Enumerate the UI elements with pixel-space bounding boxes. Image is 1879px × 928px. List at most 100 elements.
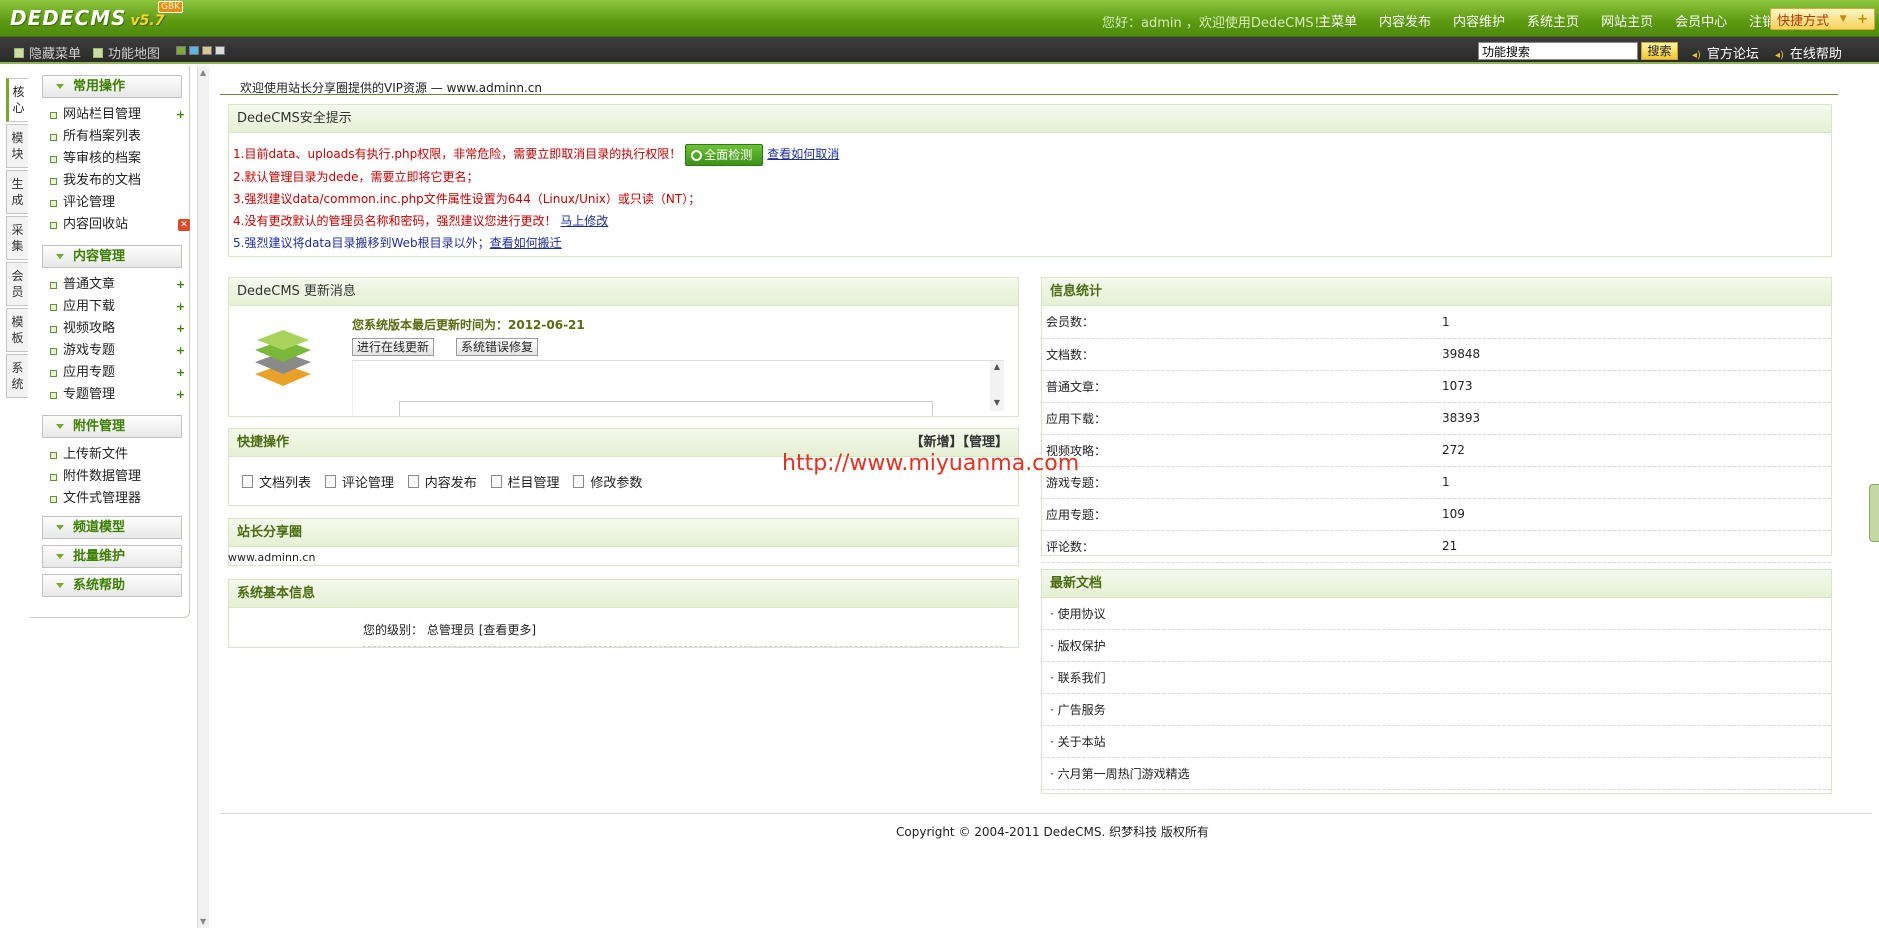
nav-site-home[interactable]: 网站主页 (1601, 11, 1653, 30)
panel-title: 系统基本信息 (229, 580, 1018, 608)
menu-item[interactable]: 应用下载 + (48, 296, 189, 318)
menu-group-header[interactable]: 常用操作 (42, 75, 182, 98)
module-tab[interactable]: 模板 (6, 308, 28, 352)
nav-system-home[interactable]: 系统主页 (1527, 11, 1579, 30)
hide-menu-button[interactable]: 隐藏菜单 (14, 43, 81, 62)
menu-group-items: 网站栏目管理 + 所有档案列表 等审核的档案 我发布的文档 评论管理 内容回收站 ✕ (48, 104, 190, 236)
scroll-up-icon[interactable]: ▲ (200, 68, 206, 77)
quick-op-categories[interactable]: 栏目管理 (490, 472, 560, 491)
stat-label: 应用下载： (1042, 402, 1438, 435)
top-bar: DEDECMS v5.7 GBK 您好：admin ，欢迎使用DedeCMS！ … (0, 0, 1879, 37)
change-now-link[interactable]: 马上修改 (560, 214, 608, 228)
nav-content-publish[interactable]: 内容发布 (1379, 11, 1431, 30)
menu-item[interactable]: 等审核的档案 (48, 148, 189, 170)
menu-group-header[interactable]: 批量维护 (42, 545, 182, 568)
menu-group-header[interactable]: 系统帮助 (42, 574, 182, 597)
skin-swatch[interactable] (215, 46, 225, 55)
latest-doc-link[interactable]: · 六月第一周热门游戏精选 (1042, 758, 1831, 790)
divider (220, 813, 1872, 814)
official-forum-link[interactable]: ◂) 官方论坛 (1692, 43, 1759, 62)
frame-scrollbar[interactable]: ▲ ▼ (197, 66, 209, 928)
nav-content-maintain[interactable]: 内容维护 (1453, 11, 1505, 30)
security-panel: DedeCMS安全提示 1.目前data、uploads有执行.php权限，非常… (228, 104, 1832, 257)
skin-swatch[interactable] (202, 46, 212, 55)
menu-item[interactable]: 附件数据管理 (48, 466, 189, 488)
module-tab[interactable]: 生成 (6, 170, 28, 214)
quick-op-doc-list[interactable]: 文档列表 (242, 472, 311, 491)
bug-fix-button[interactable]: 系统错误修复 (456, 338, 539, 356)
module-tab[interactable]: 核心 (6, 78, 28, 122)
quick-op-comments[interactable]: 评论管理 (324, 472, 394, 491)
menu-group-header[interactable]: 附件管理 (42, 415, 182, 438)
document-icon (242, 475, 253, 488)
menu-item[interactable]: 评论管理 (48, 192, 189, 214)
scroll-down-icon[interactable]: ▼ (200, 917, 206, 926)
add-icon[interactable]: + (176, 301, 186, 312)
add-icon[interactable]: + (176, 279, 186, 290)
menu-item[interactable]: 上传新文件 (48, 444, 189, 466)
feature-search-input[interactable] (1478, 42, 1638, 60)
nav-member-center[interactable]: 会员中心 (1675, 11, 1727, 30)
system-info-panel: 系统基本信息 您的级别： 总管理员 [查看更多] (228, 579, 1019, 648)
menu-group-header[interactable]: 频道模型 (42, 516, 182, 539)
menu-item[interactable]: 所有档案列表 (48, 126, 189, 148)
menu-item[interactable]: 网站栏目管理 + (48, 104, 189, 126)
menu-group-header[interactable]: 内容管理 (42, 245, 182, 268)
recycle-icon[interactable]: ✕ (178, 219, 190, 231)
latest-doc-link[interactable]: · 联系我们 (1042, 662, 1831, 694)
latest-doc-link[interactable]: · 广告服务 (1042, 694, 1831, 726)
menu-item[interactable]: 普通文章 + (48, 274, 189, 296)
menu-item[interactable]: 视频攻略 + (48, 318, 189, 340)
quick-op-publish[interactable]: 内容发布 (407, 472, 477, 491)
menu-item[interactable]: 内容回收站 ✕ (48, 214, 190, 236)
full-check-button[interactable]: 全面检测 (685, 143, 764, 166)
menu-item[interactable]: 我发布的文档 (48, 170, 189, 192)
skin-swatch[interactable] (176, 46, 186, 55)
panel-title: 快捷操作 (237, 435, 290, 450)
module-tab[interactable]: 模块 (6, 124, 28, 168)
online-help-link[interactable]: ◂) 在线帮助 (1775, 43, 1842, 62)
view-more-link[interactable]: [查看更多] (479, 623, 536, 637)
menu-item[interactable]: 专题管理 + (48, 384, 189, 406)
skin-swatch[interactable] (189, 46, 199, 55)
latest-doc-link[interactable]: · 关于本站 (1042, 726, 1831, 758)
feature-map-button[interactable]: 功能地图 (93, 43, 160, 62)
add-icon[interactable]: + (176, 323, 186, 334)
quick-op-settings[interactable]: 修改参数 (573, 472, 642, 491)
module-tab[interactable]: 会员 (6, 262, 28, 306)
side-panel-handle[interactable] (1869, 484, 1879, 542)
add-icon[interactable]: + (176, 109, 186, 120)
module-tab[interactable]: 系统 (6, 354, 28, 398)
stats-panel: 信息统计 会员数： 1 文档数： 39848 普通文章： 1073 应用下载： 38393 视频… (1041, 277, 1832, 563)
top-nav: 主菜单 内容发布 内容维护 系统主页 网站主页 会员中心 注销 (1318, 11, 1797, 30)
online-update-button[interactable]: 进行在线更新 (352, 338, 435, 356)
share-text: www.adminn.cn (228, 551, 316, 564)
stat-value: 109 (1438, 498, 1831, 531)
footer: Copyright © 2004-2011 DedeCMS. 织梦科技 版权所有 (896, 825, 1209, 839)
watermark-text: http://www.miyuanma.com (782, 451, 1080, 476)
stat-label: 游戏专题： (1042, 466, 1438, 499)
stat-label: 普通文章： (1042, 370, 1438, 403)
panel-title: DedeCMS 更新消息 (229, 278, 1018, 306)
nav-main-menu[interactable]: 主菜单 (1318, 11, 1357, 30)
latest-doc-link[interactable]: · 版权保护 (1042, 630, 1831, 662)
stats-row: 应用专题： 109 (1042, 498, 1831, 531)
menu-item[interactable]: 游戏专题 + (48, 340, 189, 362)
message-scrollbar[interactable]: ▲ ▼ (990, 361, 1004, 411)
plus-icon: + (1857, 11, 1868, 27)
how-to-cancel-link[interactable]: 查看如何取消 (767, 147, 839, 161)
stat-value: 39848 (1438, 338, 1831, 371)
menu-group-items: 上传新文件 附件数据管理 文件式管理器 (48, 444, 189, 510)
search-button[interactable]: 搜索 (1641, 42, 1678, 60)
add-icon[interactable]: + (176, 345, 186, 356)
quick-access-dropdown[interactable]: 快捷方式 ▼ + (1770, 8, 1875, 30)
add-icon[interactable]: + (176, 389, 186, 400)
module-tab[interactable]: 采集 (6, 216, 28, 260)
how-to-move-link[interactable]: 查看如何搬迁 (490, 236, 562, 250)
stat-value: 272 (1438, 434, 1831, 467)
share-panel: 站长分享圈 www.adminn.cn (228, 518, 1019, 566)
menu-item[interactable]: 应用专题 + (48, 362, 189, 384)
add-icon[interactable]: + (176, 367, 186, 378)
latest-doc-link[interactable]: · 使用协议 (1042, 598, 1831, 630)
menu-item[interactable]: 文件式管理器 (48, 488, 189, 510)
